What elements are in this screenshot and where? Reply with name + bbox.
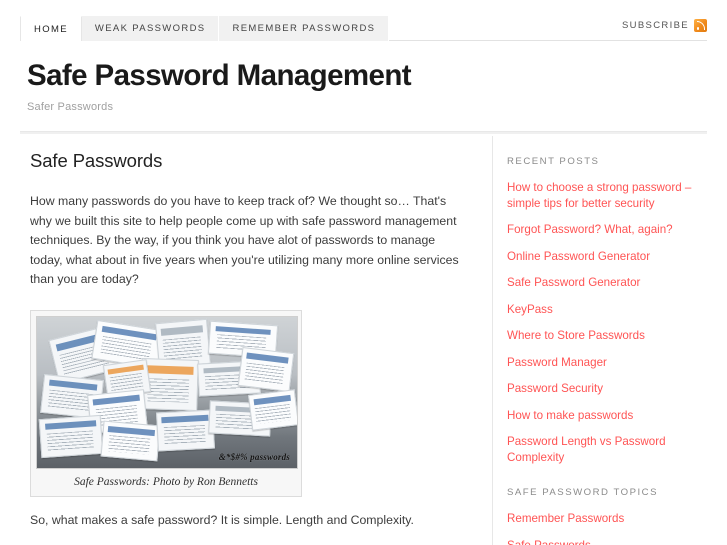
photo-slip [38,414,104,459]
recent-post-link[interactable]: KeyPass [507,302,707,318]
content-columns: Safe Passwords How many passwords do you… [0,136,727,545]
post-paragraph-1: How many passwords do you have to keep t… [30,194,459,287]
recent-post-link[interactable]: Password Security [507,381,707,397]
list-item: Password Security [507,381,707,397]
subscribe-link[interactable]: SUBSCRIBE [622,19,707,32]
tab-home[interactable]: HOME [20,16,82,41]
list-item: How to make passwords [507,408,707,424]
list-item: Online Password Generator [507,249,707,265]
site-tagline: Safer Passwords [27,101,114,114]
page-root: HOME WEAK PASSWORDS REMEMBER PASSWORDS S… [0,0,727,545]
photo-slip [237,347,294,393]
list-item: Safe Password Generator [507,275,707,291]
post-title: Safe Passwords [30,150,163,171]
main-content: Safe Passwords How many passwords do you… [0,136,492,545]
recent-post-link[interactable]: Where to Store Passwords [507,328,707,344]
sidebar: Recent Posts How to choose a strong pass… [492,136,727,545]
figure-caption: Safe Passwords: Photo by Ron Bennetts [36,468,296,496]
header-divider [20,131,707,134]
recent-post-link[interactable]: Forgot Password? What, again? [507,222,707,238]
list-item: Safe Passwords [507,538,707,545]
topics-list: Remember Passwords Safe Passwords Weak P… [507,511,707,545]
photo-watermark: &*$#% passwords [218,451,290,462]
list-item: Password Manager [507,355,707,371]
widget-title-safe-password-topics: Safe Password Topics [507,487,659,498]
nav-tabs: HOME WEAK PASSWORDS REMEMBER PASSWORDS [20,16,390,41]
widget-title-recent-posts: Recent Posts [507,156,600,167]
list-item: Password Length vs Password Complexity [507,434,707,465]
list-item: Remember Passwords [507,511,707,527]
list-item: KeyPass [507,302,707,318]
rss-icon[interactable] [694,19,707,32]
list-item: Where to Store Passwords [507,328,707,344]
list-item: How to choose a strong password – simple… [507,180,707,211]
site-title: Safe Password Management [27,59,412,92]
post-paragraph-2: So, what makes a safe password? It is si… [30,512,414,527]
topic-link[interactable]: Safe Passwords [507,538,707,545]
recent-post-link[interactable]: Password Length vs Password Complexity [507,434,707,465]
subscribe-label: SUBSCRIBE [621,20,689,31]
recent-post-link[interactable]: How to choose a strong password – simple… [507,180,707,211]
post-image: &*$#% passwords [36,315,298,469]
photo-slip [100,420,161,462]
top-navigation-bar: HOME WEAK PASSWORDS REMEMBER PASSWORDS S… [0,0,727,42]
site-header: Safe Password Management Safer Passwords [0,42,727,131]
recent-post-link[interactable]: Password Manager [507,355,707,371]
recent-post-link[interactable]: Safe Password Generator [507,275,707,291]
recent-post-link[interactable]: Online Password Generator [507,249,707,265]
tab-remember-passwords[interactable]: REMEMBER PASSWORDS [219,16,390,41]
recent-post-link[interactable]: How to make passwords [507,408,707,424]
widget-recent-posts: Recent Posts How to choose a strong pass… [507,156,707,465]
photo-slip [248,389,297,432]
recent-posts-list: How to choose a strong password – simple… [507,180,707,465]
post-figure: &*$#% passwords Safe Passwords: Photo by… [30,309,302,497]
widget-safe-password-topics: Safe Password Topics Remember Passwords … [507,487,707,545]
topic-link[interactable]: Remember Passwords [507,511,707,527]
list-item: Forgot Password? What, again? [507,222,707,238]
photo-slip [155,409,215,452]
tab-weak-passwords[interactable]: WEAK PASSWORDS [81,16,220,41]
